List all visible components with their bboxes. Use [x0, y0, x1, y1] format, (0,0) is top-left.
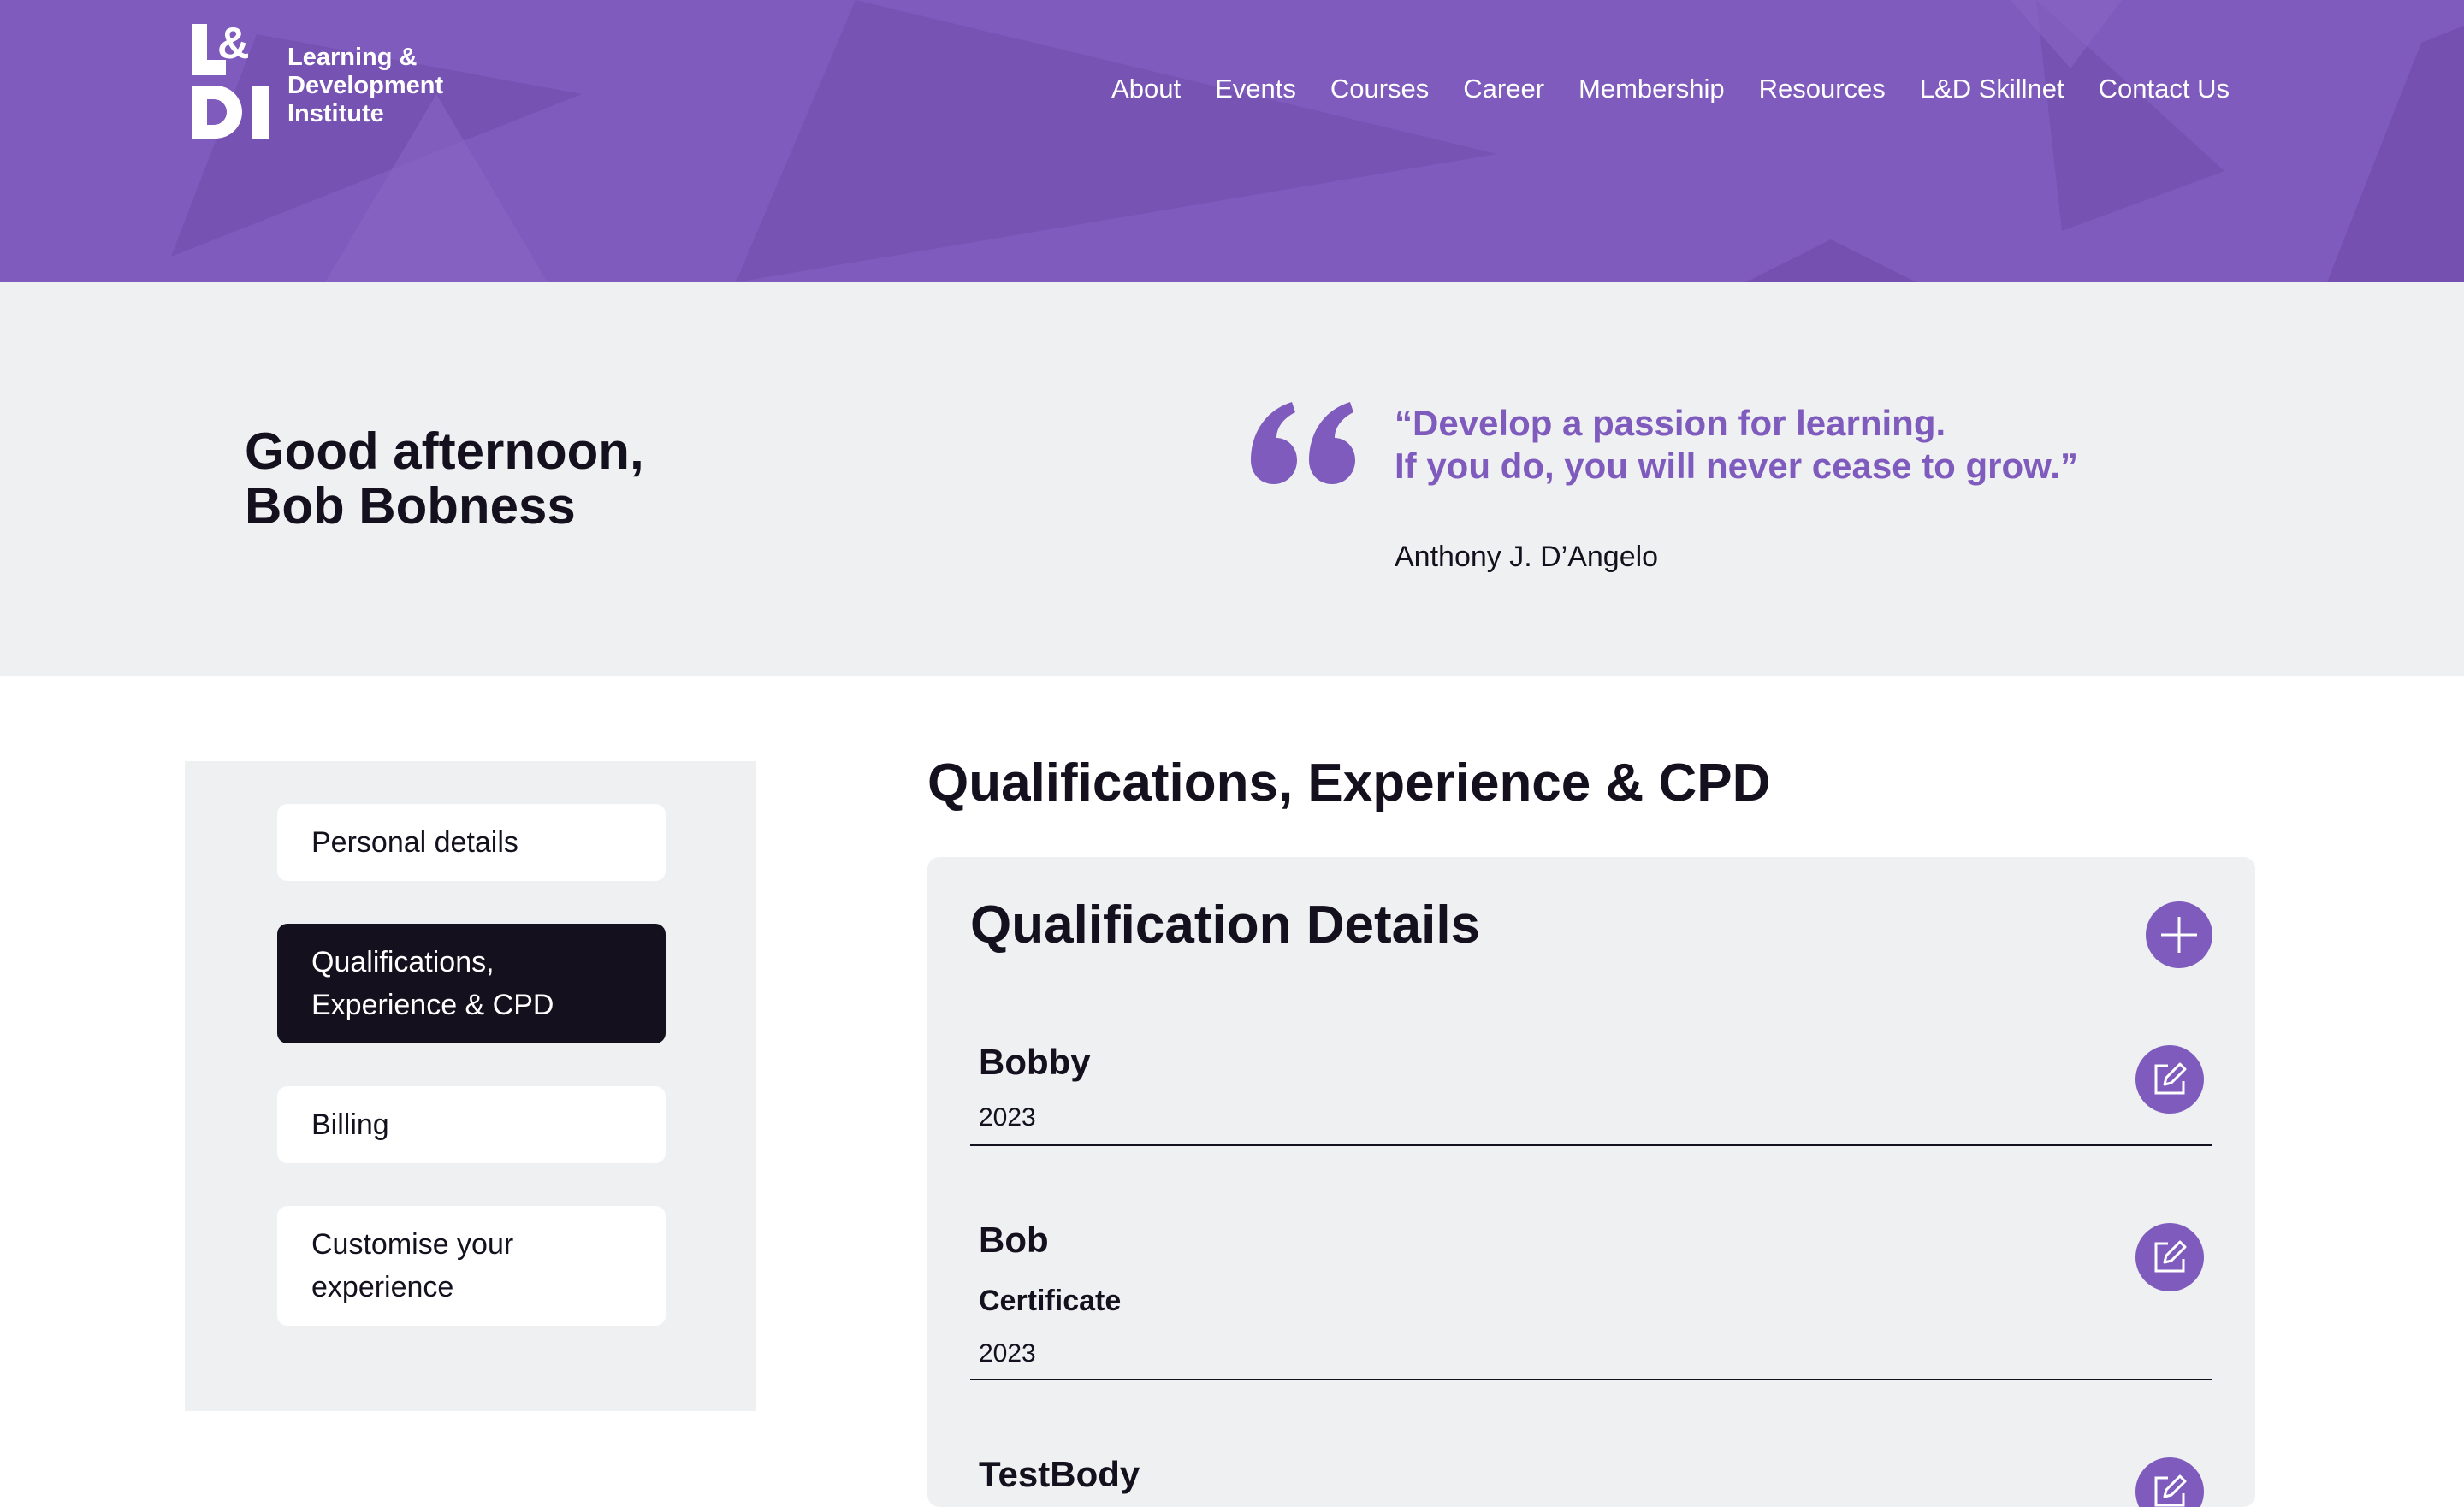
qualification-row: TestBody	[970, 1440, 2212, 1507]
quote-author: Anthony J. D’Angelo	[1395, 541, 1659, 573]
qualification-type: Certificate	[979, 1285, 1122, 1317]
edit-icon	[2154, 1062, 2187, 1095]
plus-icon	[2161, 917, 2197, 953]
qualification-details-card: Qualification Details Bobby 2023 Bob Cer…	[927, 857, 2255, 1507]
logo-text-line-3: Institute	[287, 99, 384, 127]
nav-about[interactable]: About	[1111, 72, 1181, 106]
qualification-year: 2023	[979, 1339, 1036, 1368]
add-qualification-button[interactable]	[2146, 901, 2212, 968]
logo-text-line-1: Learning &	[287, 43, 418, 71]
nav-membership[interactable]: Membership	[1578, 72, 1725, 106]
sidebar-item-label: Personal details	[311, 826, 518, 859]
site-header: & Learning & Development Institute About…	[0, 0, 2464, 282]
sidebar-item-billing[interactable]: Billing	[277, 1086, 666, 1163]
page-title: Qualifications, Experience & CPD	[927, 754, 1771, 813]
nav-events[interactable]: Events	[1215, 72, 1296, 106]
edit-qualification-button[interactable]	[2135, 1223, 2204, 1291]
svg-text:&: &	[217, 24, 250, 68]
sidebar-item-personal-details[interactable]: Personal details	[277, 804, 666, 881]
greeting-heading: Good afternoon, Bob Bobness	[245, 424, 644, 534]
logo-text: Learning & Development Institute	[287, 35, 443, 128]
qualification-name: Bob	[979, 1220, 1049, 1260]
logo-text-line-2: Development	[287, 71, 444, 99]
greeting-line-1: Good afternoon,	[245, 423, 644, 480]
greeting-band: Good afternoon, Bob Bobness “Develop a p…	[0, 282, 2464, 676]
sidebar-item-label: Qualifications, Experience & CPD	[311, 946, 554, 1021]
qualification-name: TestBody	[979, 1454, 1140, 1494]
qualification-row: Bobby 2023	[970, 1028, 2212, 1146]
nav-career[interactable]: Career	[1463, 72, 1544, 106]
nav-ld-skillnet[interactable]: L&D Skillnet	[1920, 72, 2064, 106]
site-logo[interactable]: & Learning & Development Institute	[192, 19, 443, 139]
card-title: Qualification Details	[970, 895, 1481, 954]
edit-qualification-button[interactable]	[2135, 1457, 2204, 1507]
sidebar-item-qualifications[interactable]: Qualifications, Experience & CPD	[277, 924, 666, 1043]
quote-icon	[1247, 400, 1359, 486]
main-nav: About Events Courses Career Membership R…	[1077, 72, 2230, 106]
edit-qualification-button[interactable]	[2135, 1045, 2204, 1114]
account-sidebar: Personal details Qualifications, Experie…	[185, 761, 756, 1411]
quote-text: “Develop a passion for learning. If you …	[1395, 403, 2078, 486]
qualification-row: Bob Certificate 2023	[970, 1206, 2212, 1380]
qualification-name: Bobby	[979, 1042, 1091, 1082]
sidebar-item-label: Customise your experience	[311, 1228, 514, 1303]
qualification-year: 2023	[979, 1103, 1036, 1132]
sidebar-item-label: Billing	[311, 1108, 389, 1141]
logo-mark: &	[192, 19, 275, 139]
greeting-user-name: Bob Bobness	[245, 477, 576, 535]
nav-resources[interactable]: Resources	[1759, 72, 1886, 106]
nav-courses[interactable]: Courses	[1330, 72, 1429, 106]
sidebar-item-customise-experience[interactable]: Customise your experience	[277, 1206, 666, 1326]
nav-contact-us[interactable]: Contact Us	[2099, 72, 2230, 106]
edit-icon	[2154, 1240, 2187, 1273]
edit-icon	[2154, 1474, 2187, 1507]
